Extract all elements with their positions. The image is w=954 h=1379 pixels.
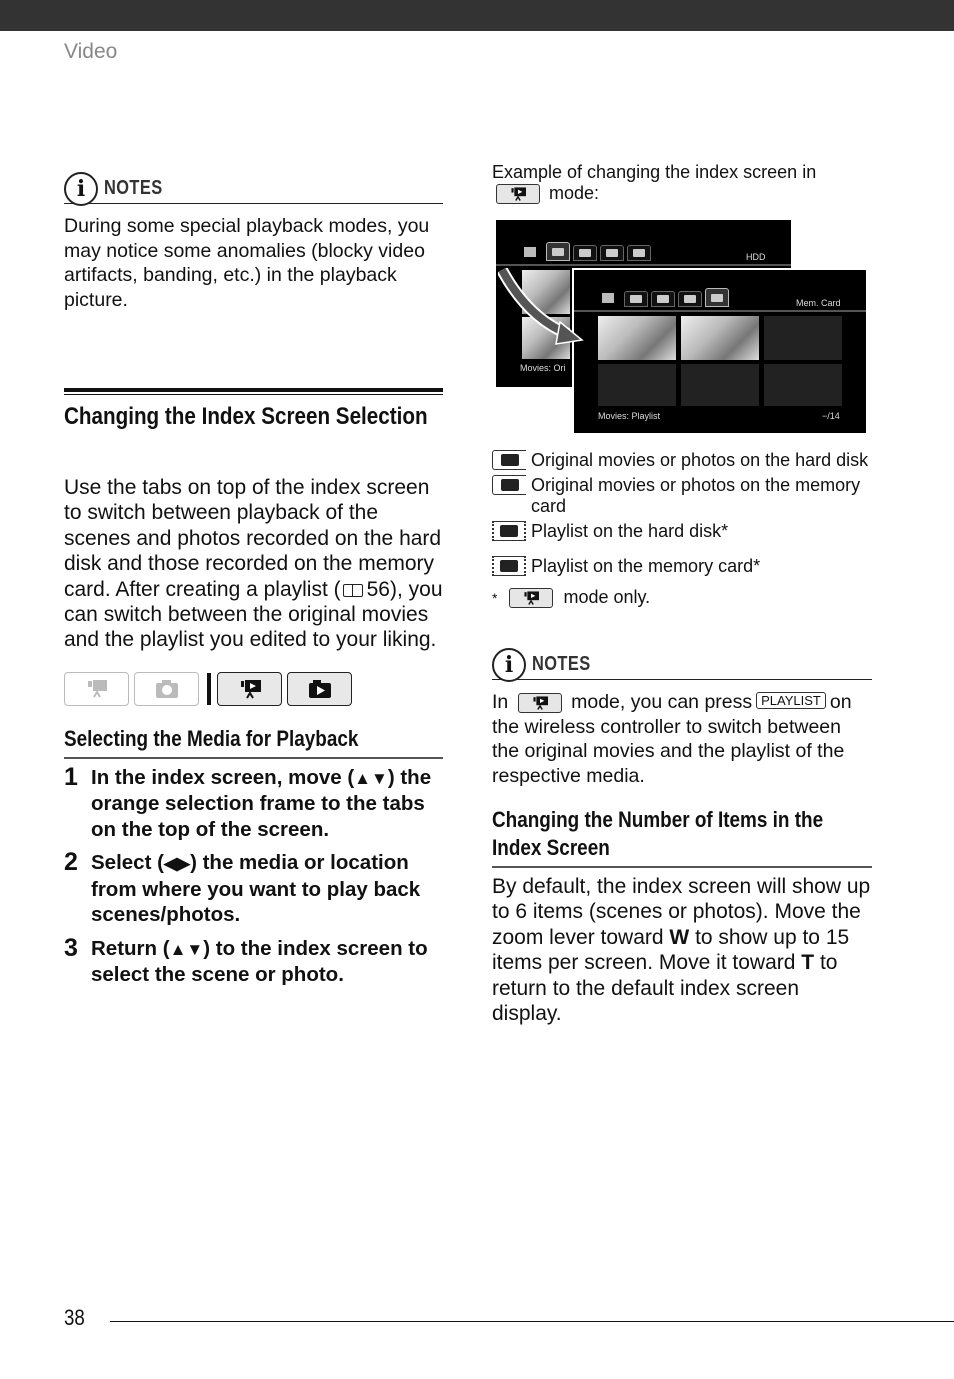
movie-record-mode-icon bbox=[64, 671, 129, 706]
step-list: 1 In the index screen, move (▲▼) the ora… bbox=[64, 762, 443, 988]
section-label: Video bbox=[64, 40, 118, 63]
notes-text: During some special playback modes, you … bbox=[64, 215, 430, 311]
step-text: Return (▲▼) to the index screen to selec… bbox=[91, 936, 428, 987]
notes-text: In mode, you can press PLAYLIST on the wir… bbox=[492, 691, 852, 787]
legend-item: Playlist on the hard disk* bbox=[492, 521, 872, 542]
step-number: 2 bbox=[64, 848, 78, 877]
notes-title: NOTES bbox=[532, 653, 591, 675]
notes-header: i NOTES bbox=[492, 644, 872, 682]
screen-tabs bbox=[520, 242, 654, 261]
step-number: 3 bbox=[64, 933, 78, 962]
step-item: 2 Select (◀▶) the media or location from… bbox=[64, 850, 443, 928]
subheading-rule bbox=[492, 866, 872, 868]
empty-thumbnail bbox=[681, 364, 759, 406]
playback-mode-icon bbox=[520, 247, 542, 261]
playlist-key-label: PLAYLIST bbox=[756, 692, 826, 709]
tab-legend: Original movies or photos on the hard di… bbox=[492, 450, 872, 608]
heading-rule-thick bbox=[64, 388, 443, 392]
screen-divider bbox=[574, 310, 866, 312]
movie-playback-mode-icon bbox=[517, 693, 562, 713]
footer-label: Movies: Ori bbox=[520, 363, 566, 373]
sd-original-icon bbox=[492, 475, 526, 495]
page-number: 38 bbox=[64, 1305, 85, 1330]
playback-mode-icon bbox=[598, 293, 620, 307]
item-counter: −/14 bbox=[822, 411, 840, 421]
tab-hdd-original bbox=[624, 291, 648, 307]
media-label: HDD bbox=[746, 252, 766, 262]
memcard-index-screen: Mem. Card Movies: Playlist −/14 bbox=[572, 268, 868, 435]
tab-sd-original bbox=[651, 291, 675, 307]
legend-item: Playlist on the memory card* bbox=[492, 556, 872, 577]
info-icon: i bbox=[492, 648, 526, 682]
step-text: In the index screen, move (▲▼) the orang… bbox=[91, 765, 432, 841]
step-number: 1 bbox=[64, 762, 78, 791]
tab-hdd-original bbox=[546, 242, 570, 261]
items-subheading: Changing the Number of Items in the Inde… bbox=[492, 807, 824, 860]
tab-sd-playlist bbox=[627, 245, 651, 261]
movie-playback-mode-icon bbox=[217, 671, 282, 706]
mode-icons-row bbox=[64, 671, 443, 707]
tab-hdd-playlist bbox=[678, 291, 702, 307]
legend-item: Original movies or photos on the memory … bbox=[492, 475, 872, 517]
top-bar bbox=[0, 0, 954, 31]
hdd-playlist-icon bbox=[492, 521, 526, 541]
legend-footnote: * mode only. bbox=[492, 587, 651, 608]
items-paragraph: By default, the index screen will show u… bbox=[492, 875, 871, 1026]
photo-playback-mode-icon bbox=[287, 671, 352, 706]
page-reference[interactable]: 56 bbox=[367, 578, 390, 601]
footer-label: Movies: Playlist bbox=[598, 411, 661, 421]
thumbnail bbox=[681, 316, 759, 360]
footer-rule bbox=[110, 1321, 954, 1322]
sd-playlist-icon bbox=[492, 556, 526, 576]
section-heading: Changing the Index Screen Selection bbox=[64, 403, 428, 430]
movie-playback-mode-icon bbox=[496, 184, 540, 204]
up-down-arrows-icon: ▲▼ bbox=[354, 768, 388, 788]
empty-thumbnail bbox=[764, 364, 842, 406]
hdd-original-icon bbox=[492, 450, 526, 470]
transition-arrow-icon bbox=[498, 268, 584, 345]
tab-hdd-playlist bbox=[600, 245, 624, 261]
photo-record-mode-icon bbox=[134, 671, 199, 706]
wide-key: W bbox=[669, 925, 690, 949]
movie-playback-mode-icon bbox=[509, 587, 554, 608]
left-right-arrows-icon: ◀▶ bbox=[163, 854, 191, 874]
step-text: Select (◀▶) the media or location from w… bbox=[91, 851, 421, 927]
media-subheading: Selecting the Media for Playback bbox=[64, 725, 359, 751]
notes-title: NOTES bbox=[104, 177, 163, 199]
tab-sd-original bbox=[573, 245, 597, 261]
up-down-arrows-icon: ▲▼ bbox=[169, 939, 204, 959]
thumbnail bbox=[598, 316, 676, 360]
mode-separator bbox=[207, 672, 211, 705]
tab-sd-playlist bbox=[705, 288, 729, 307]
screen-divider bbox=[496, 264, 791, 266]
heading-rule-thin bbox=[64, 394, 443, 395]
subheading-rule bbox=[64, 756, 443, 759]
index-screen-illustration: HDD Movies: Ori Mem. Card Movies: Playli… bbox=[492, 220, 872, 440]
tele-key: T bbox=[801, 951, 815, 975]
legend-item: Original movies or photos on the hard di… bbox=[492, 450, 872, 471]
left-column: i NOTES During some special playback mod… bbox=[64, 168, 443, 996]
example-caption: Example of changing the index screen in … bbox=[492, 162, 817, 204]
step-item: 1 In the index screen, move (▲▼) the ora… bbox=[64, 762, 443, 843]
intro-paragraph: Use the tabs on top of the index screen … bbox=[64, 475, 443, 653]
right-column: Example of changing the index screen in … bbox=[492, 162, 872, 1026]
step-item: 3 Return (▲▼) to the index screen to sel… bbox=[64, 933, 443, 988]
empty-thumbnail bbox=[598, 364, 676, 406]
screen-tabs bbox=[598, 288, 732, 307]
book-icon bbox=[342, 583, 363, 597]
media-label: Mem. Card bbox=[796, 298, 841, 308]
empty-thumbnail bbox=[764, 316, 842, 360]
notes-header: i NOTES bbox=[64, 168, 443, 206]
info-icon: i bbox=[64, 172, 98, 206]
